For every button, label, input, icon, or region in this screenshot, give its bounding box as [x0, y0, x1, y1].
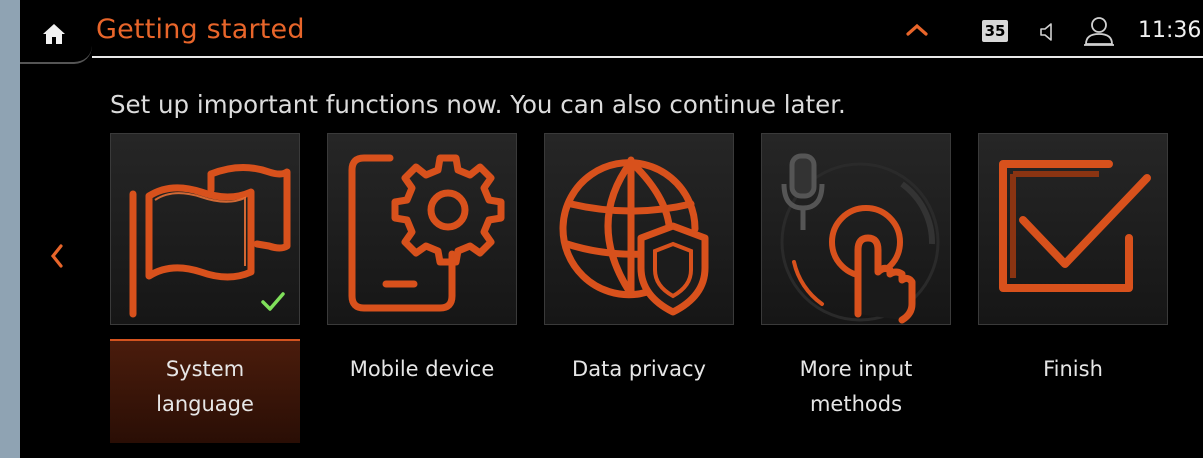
chevron-up-icon	[906, 23, 928, 36]
microphone-touch-icon	[780, 153, 940, 324]
tile-label-more-input-methods: More input methods	[799, 357, 913, 416]
back-button[interactable]	[44, 238, 70, 274]
tile-label-finish: Finish	[1043, 357, 1103, 381]
tile-more-input-methods[interactable]	[761, 133, 951, 325]
flags-icon	[129, 164, 291, 318]
globe-shield-icon	[559, 156, 709, 316]
status-bar: Getting started 35 11:36	[20, 0, 1203, 64]
chevron-left-icon	[50, 244, 63, 268]
home-icon	[43, 24, 65, 44]
volume-icon	[1040, 23, 1052, 41]
volume-button[interactable]	[1036, 20, 1060, 44]
tile-label-system-language: System language	[156, 357, 254, 416]
title-corner-divider	[20, 44, 92, 64]
tile-label-mobile-device: Mobile device	[349, 357, 495, 381]
title-underline	[92, 56, 1203, 58]
tile-system-language[interactable]	[110, 133, 300, 325]
checkbox-icon	[999, 160, 1151, 292]
idrive-screen: Getting started 35 11:36 Set up importan…	[20, 0, 1203, 458]
tile-finish[interactable]	[978, 133, 1168, 325]
collapse-button[interactable]	[902, 18, 932, 42]
clock: 11:36	[1138, 18, 1202, 43]
temperature-badge: 35	[982, 20, 1008, 42]
check-icon	[261, 292, 285, 311]
tile-mobile-device[interactable]	[327, 133, 517, 325]
tile-label-data-privacy: Data privacy	[572, 357, 706, 381]
instruction-text: Set up important functions now. You can …	[110, 90, 846, 119]
page-title: Getting started	[96, 14, 305, 45]
user-icon	[1084, 17, 1114, 46]
phone-gear-icon	[348, 154, 505, 312]
user-button[interactable]	[1082, 14, 1116, 48]
tile-data-privacy[interactable]	[544, 133, 734, 325]
